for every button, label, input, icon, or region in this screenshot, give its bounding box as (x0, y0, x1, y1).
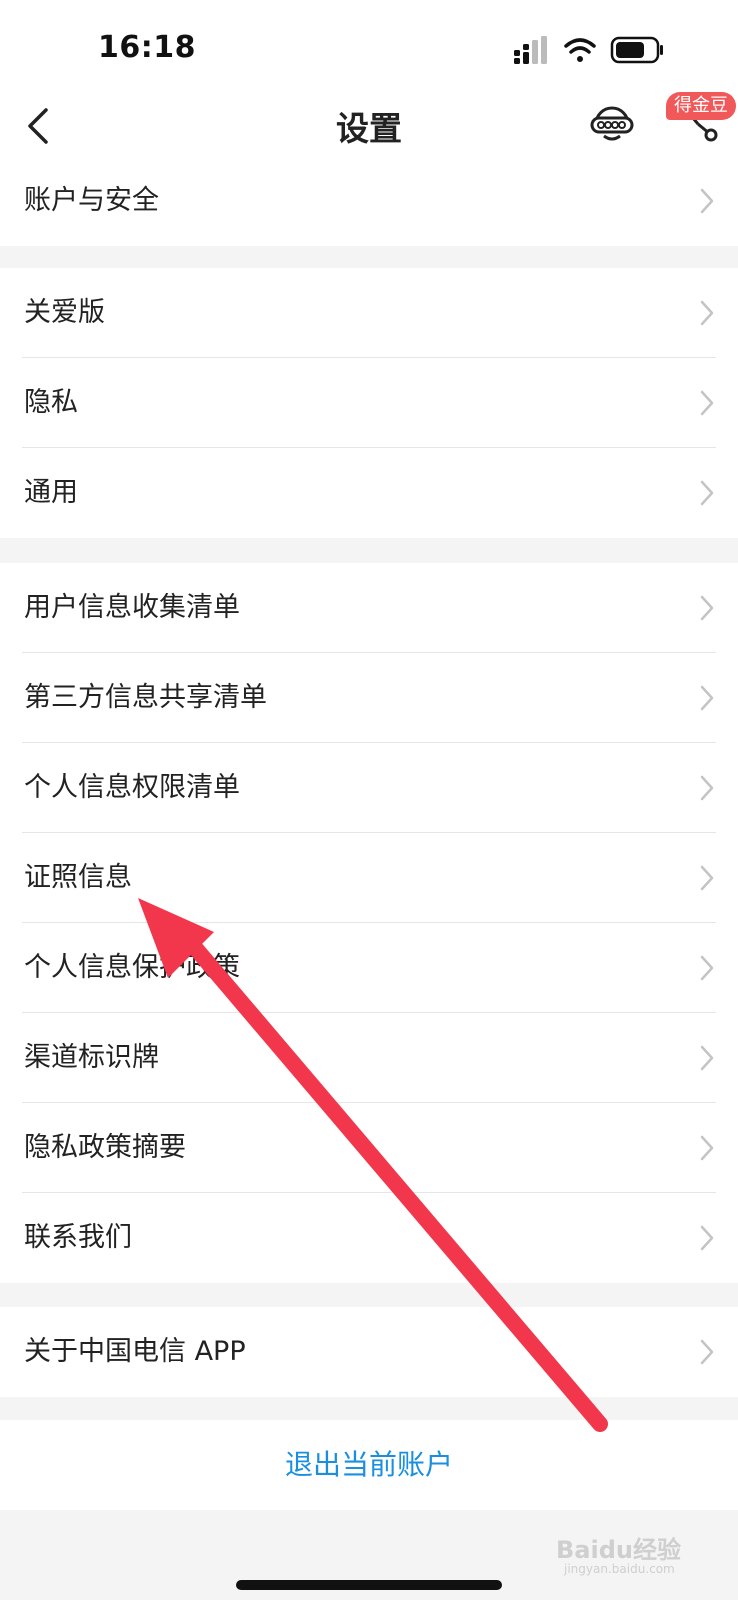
chevron-right-icon (700, 865, 714, 891)
settings-item-label: 账户与安全 (24, 185, 159, 216)
settings-item-account-security[interactable]: 账户与安全 (0, 156, 738, 246)
settings-group-info: 用户信息收集清单 第三方信息共享清单 个人信息权限清单 证照信息 个人信息保护政… (0, 563, 738, 1283)
settings-item-label: 个人信息权限清单 (24, 772, 240, 803)
status-time: 16:18 (98, 30, 196, 65)
settings-item-permission-list[interactable]: 个人信息权限清单 (0, 743, 738, 833)
nav-bar: 设置 得金豆 (0, 92, 738, 156)
signal-icon (514, 36, 547, 64)
battery-icon (610, 36, 663, 64)
settings-group-general: 关爱版 隐私 通用 (0, 268, 738, 538)
chevron-right-icon (700, 300, 714, 326)
settings-item-third-party-sharing[interactable]: 第三方信息共享清单 (0, 653, 738, 743)
settings-item-user-info-list[interactable]: 用户信息收集清单 (0, 563, 738, 653)
chevron-right-icon (700, 1135, 714, 1161)
settings-item-license-info[interactable]: 证照信息 (0, 833, 738, 923)
settings-item-label: 隐私政策摘要 (24, 1132, 186, 1163)
settings-item-label: 用户信息收集清单 (24, 592, 240, 623)
baidu-watermark-url: jingyan.baidu.com (564, 1562, 675, 1576)
settings-item-label: 关于中国电信 APP (24, 1336, 246, 1367)
logout-button[interactable]: 退出当前账户 (0, 1420, 738, 1510)
chevron-right-icon (700, 1045, 714, 1071)
settings-item-general[interactable]: 通用 (0, 448, 738, 538)
settings-item-contact-us[interactable]: 联系我们 (0, 1193, 738, 1283)
chevron-right-icon (700, 685, 714, 711)
chevron-right-icon (700, 390, 714, 416)
wifi-icon (564, 38, 596, 62)
settings-item-privacy-policy[interactable]: 个人信息保护政策 (0, 923, 738, 1013)
settings-item-privacy[interactable]: 隐私 (0, 358, 738, 448)
customer-service-10000-icon[interactable] (588, 98, 636, 146)
settings-item-about-app[interactable]: 关于中国电信 APP (0, 1307, 738, 1397)
settings-item-channel-id[interactable]: 渠道标识牌 (0, 1013, 738, 1103)
gold-bean-badge[interactable]: 得金豆 (666, 92, 736, 120)
settings-item-label: 渠道标识牌 (24, 1042, 159, 1073)
settings-group-about: 关于中国电信 APP (0, 1307, 738, 1397)
home-indicator (236, 1580, 502, 1590)
settings-item-label: 联系我们 (24, 1222, 132, 1253)
settings-item-privacy-summary[interactable]: 隐私政策摘要 (0, 1103, 738, 1193)
settings-item-label: 个人信息保护政策 (24, 952, 240, 983)
settings-group-account: 账户与安全 (0, 156, 738, 246)
chevron-right-icon (700, 775, 714, 801)
chevron-right-icon (700, 480, 714, 506)
chevron-right-icon (700, 955, 714, 981)
chevron-right-icon (700, 188, 714, 214)
settings-item-care-mode[interactable]: 关爱版 (0, 268, 738, 358)
settings-item-label: 隐私 (24, 387, 78, 418)
status-bar: 16:18 (0, 0, 738, 96)
settings-item-label: 第三方信息共享清单 (24, 682, 267, 713)
settings-item-label: 关爱版 (24, 297, 105, 328)
settings-item-label: 通用 (24, 477, 78, 508)
status-icons (514, 36, 663, 64)
chevron-right-icon (700, 1339, 714, 1365)
chevron-right-icon (700, 1225, 714, 1251)
chevron-right-icon (700, 595, 714, 621)
settings-item-label: 证照信息 (24, 862, 132, 893)
